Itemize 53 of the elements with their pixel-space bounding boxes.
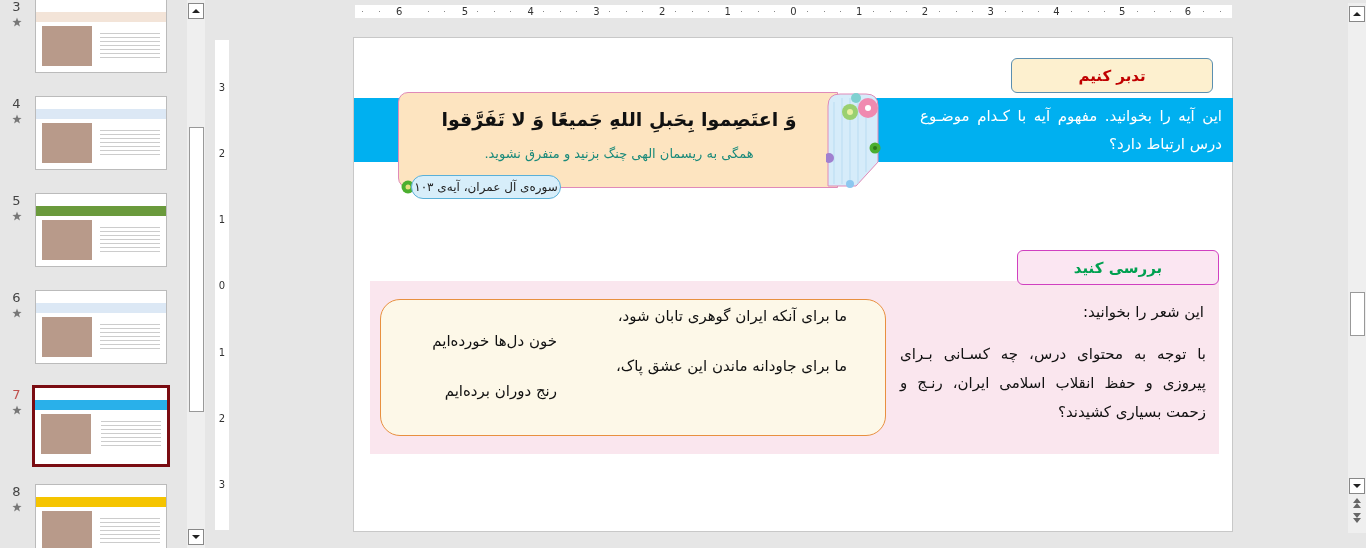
- slide-number: 7: [12, 387, 21, 403]
- slide-thumbnail[interactable]: [35, 0, 167, 73]
- slide-number: 5: [12, 193, 21, 209]
- poem-line: ما برای آنکه ایران گوهری تابان شود،: [617, 306, 847, 327]
- slide-number: 8: [12, 484, 21, 500]
- ruler-label: 3: [986, 5, 995, 18]
- slide-number: 4: [12, 96, 21, 112]
- title-box: تدبر کنیم: [1011, 58, 1213, 93]
- reference-label: سوره‌ی آل عمران، آیه‌ی ۱۰۳: [411, 175, 561, 199]
- previous-slide-icon[interactable]: [1351, 497, 1363, 509]
- ruler-label: 4: [1052, 5, 1061, 18]
- slide-thumbnail[interactable]: [32, 385, 170, 467]
- slide-number: 3: [12, 0, 21, 15]
- poem-line: ما برای جاودانه ماندن این عشق پاک،: [616, 356, 847, 377]
- ruler-label: 3: [217, 477, 227, 491]
- ruler-label: 6: [1183, 5, 1192, 18]
- slide-number: 6: [12, 290, 21, 306]
- ruler-label: 6: [395, 5, 404, 18]
- ruler-label: 3: [592, 5, 601, 18]
- ruler-label: 5: [460, 5, 470, 18]
- flower-icon: [869, 142, 881, 154]
- instruction-text: این شعر را بخوانید:: [1082, 303, 1204, 321]
- scroll-thumb[interactable]: [1349, 292, 1365, 336]
- poem-line: خون دل‌ها خورده‌ایم: [432, 331, 557, 352]
- translation-text: همگی به ریسمان الهی چنگ بزنید و متفرق نشوید.: [483, 146, 755, 161]
- ruler-label: 4: [526, 5, 535, 18]
- ruler-label: 1: [855, 5, 864, 18]
- star-icon: [11, 114, 22, 124]
- ruler-label: 2: [217, 411, 227, 425]
- slide-thumbnail[interactable]: [35, 193, 167, 267]
- slide-thumbnail[interactable]: [35, 484, 167, 548]
- slide-thumbnail[interactable]: [35, 96, 167, 170]
- next-slide-icon[interactable]: [1351, 512, 1363, 524]
- ruler-label: 2: [657, 5, 667, 18]
- ruler-label: 1: [723, 5, 732, 18]
- ruler-label: 3: [217, 81, 227, 94]
- star-icon: [11, 17, 22, 27]
- ruler-label: 0: [789, 5, 798, 18]
- ruler-label: 5: [1117, 5, 1127, 18]
- star-icon: [11, 502, 22, 512]
- prompt-text: این آیه را بخوانید. مفهوم آیه با کـدام موضـوع درس ارتباط دارد؟: [920, 106, 1222, 155]
- ruler-label: 2: [920, 5, 930, 18]
- question-text: با توجه به محتوای درس، چه کسـانی بـرای پیروزی و حفظ انقلاب اسلامی ایران، رنـج و زحمت بسیاری کشیدند؟: [900, 344, 1206, 423]
- title-box: بررسی کنید: [1017, 250, 1219, 285]
- scrollbar[interactable]: [187, 0, 205, 548]
- scrollbar[interactable]: [1348, 3, 1366, 533]
- star-icon: [11, 308, 22, 318]
- ruler-label: 1: [217, 345, 227, 359]
- slide-thumbnail[interactable]: [35, 290, 167, 364]
- poem-line: رنج دوران برده‌ایم: [444, 381, 557, 402]
- scroll-thumb[interactable]: [188, 127, 204, 412]
- star-icon: [11, 211, 22, 221]
- star-icon: [11, 405, 22, 415]
